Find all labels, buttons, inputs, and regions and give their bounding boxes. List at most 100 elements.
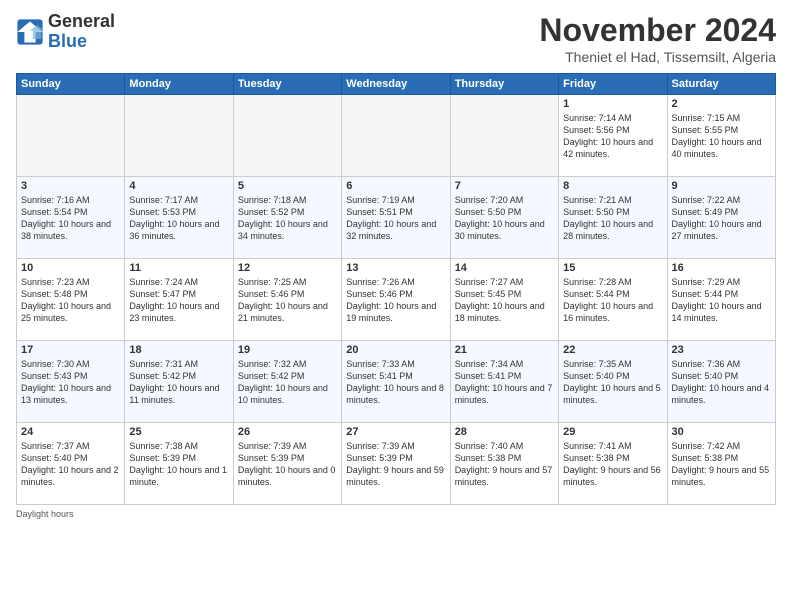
- day-number: 28: [455, 426, 554, 438]
- day-number: 17: [21, 344, 120, 356]
- table-row: 20 Sunrise: 7:33 AMSunset: 5:41 PMDayligh…: [342, 341, 450, 423]
- table-row: [17, 95, 125, 177]
- day-info: Sunrise: 7:15 AMSunset: 5:55 PMDaylight:…: [672, 112, 771, 161]
- day-info: Sunrise: 7:33 AMSunset: 5:41 PMDaylight:…: [346, 358, 445, 407]
- table-row: 15 Sunrise: 7:28 AMSunset: 5:44 PMDayligh…: [559, 259, 667, 341]
- table-row: 13 Sunrise: 7:26 AMSunset: 5:46 PMDayligh…: [342, 259, 450, 341]
- col-friday: Friday: [559, 74, 667, 95]
- table-row: 1Sunrise: 7:14 AMSunset: 5:56 PMDaylight…: [559, 95, 667, 177]
- table-row: 17 Sunrise: 7:30 AMSunset: 5:43 PMDayligh…: [17, 341, 125, 423]
- table-row: 3 Sunrise: 7:16 AMSunset: 5:54 PMDaylight…: [17, 177, 125, 259]
- table-row: 19 Sunrise: 7:32 AMSunset: 5:42 PMDayligh…: [233, 341, 341, 423]
- day-number: 10: [21, 262, 120, 274]
- day-info: Sunrise: 7:39 AMSunset: 5:39 PMDaylight:…: [238, 440, 337, 489]
- col-thursday: Thursday: [450, 74, 558, 95]
- table-row: 7 Sunrise: 7:20 AMSunset: 5:50 PMDaylight…: [450, 177, 558, 259]
- day-number: 26: [238, 426, 337, 438]
- logo-blue: Blue: [48, 31, 87, 51]
- col-tuesday: Tuesday: [233, 74, 341, 95]
- table-row: 29 Sunrise: 7:41 AMSunset: 5:38 PMDayligh…: [559, 423, 667, 505]
- day-number: 18: [129, 344, 228, 356]
- day-info: Sunrise: 7:38 AMSunset: 5:39 PMDaylight:…: [129, 440, 228, 489]
- day-info: Sunrise: 7:21 AMSunset: 5:50 PMDaylight:…: [563, 194, 662, 243]
- day-number: 3: [21, 180, 120, 192]
- day-info: Sunrise: 7:40 AMSunset: 5:38 PMDaylight:…: [455, 440, 554, 489]
- day-info: Sunrise: 7:23 AMSunset: 5:48 PMDaylight:…: [21, 276, 120, 325]
- title-area: November 2024 Theniet el Had, Tissemsilt…: [539, 12, 776, 65]
- day-info: Sunrise: 7:22 AMSunset: 5:49 PMDaylight:…: [672, 194, 771, 243]
- day-info: Sunrise: 7:34 AMSunset: 5:41 PMDaylight:…: [455, 358, 554, 407]
- day-info: Sunrise: 7:32 AMSunset: 5:42 PMDaylight:…: [238, 358, 337, 407]
- day-number: 7: [455, 180, 554, 192]
- day-info: Sunrise: 7:27 AMSunset: 5:45 PMDaylight:…: [455, 276, 554, 325]
- table-row: 23 Sunrise: 7:36 AMSunset: 5:40 PMDayligh…: [667, 341, 775, 423]
- day-number: 5: [238, 180, 337, 192]
- day-info: Sunrise: 7:20 AMSunset: 5:50 PMDaylight:…: [455, 194, 554, 243]
- day-info: Sunrise: 7:24 AMSunset: 5:47 PMDaylight:…: [129, 276, 228, 325]
- day-info: Sunrise: 7:25 AMSunset: 5:46 PMDaylight:…: [238, 276, 337, 325]
- day-number: 29: [563, 426, 662, 438]
- day-info: Sunrise: 7:37 AMSunset: 5:40 PMDaylight:…: [21, 440, 120, 489]
- day-info: Sunrise: 7:30 AMSunset: 5:43 PMDaylight:…: [21, 358, 120, 407]
- table-row: 16 Sunrise: 7:29 AMSunset: 5:44 PMDayligh…: [667, 259, 775, 341]
- table-row: 30 Sunrise: 7:42 AMSunset: 5:38 PMDayligh…: [667, 423, 775, 505]
- day-number: 15: [563, 262, 662, 274]
- table-row: 2 Sunrise: 7:15 AMSunset: 5:55 PMDaylight…: [667, 95, 775, 177]
- calendar-week-row: 3 Sunrise: 7:16 AMSunset: 5:54 PMDaylight…: [17, 177, 776, 259]
- day-number: 16: [672, 262, 771, 274]
- table-row: 14Sunrise: 7:27 AMSunset: 5:45 PMDayligh…: [450, 259, 558, 341]
- day-number: 25: [129, 426, 228, 438]
- day-number: 21: [455, 344, 554, 356]
- day-info: Sunrise: 7:31 AMSunset: 5:42 PMDaylight:…: [129, 358, 228, 407]
- logo: General Blue: [16, 12, 115, 52]
- day-info: Sunrise: 7:26 AMSunset: 5:46 PMDaylight:…: [346, 276, 445, 325]
- day-number: 20: [346, 344, 445, 356]
- col-saturday: Saturday: [667, 74, 775, 95]
- day-number: 2: [672, 98, 771, 110]
- table-row: 25 Sunrise: 7:38 AMSunset: 5:39 PMDayligh…: [125, 423, 233, 505]
- day-info: Sunrise: 7:35 AMSunset: 5:40 PMDaylight:…: [563, 358, 662, 407]
- table-row: 28 Sunrise: 7:40 AMSunset: 5:38 PMDayligh…: [450, 423, 558, 505]
- day-info: Sunrise: 7:19 AMSunset: 5:51 PMDaylight:…: [346, 194, 445, 243]
- col-monday: Monday: [125, 74, 233, 95]
- day-number: 19: [238, 344, 337, 356]
- location: Theniet el Had, Tissemsilt, Algeria: [539, 49, 776, 65]
- page: General Blue November 2024 Theniet el Ha…: [0, 0, 792, 612]
- calendar-week-row: 1Sunrise: 7:14 AMSunset: 5:56 PMDaylight…: [17, 95, 776, 177]
- table-row: 8Sunrise: 7:21 AMSunset: 5:50 PMDaylight…: [559, 177, 667, 259]
- table-row: 24 Sunrise: 7:37 AMSunset: 5:40 PMDayligh…: [17, 423, 125, 505]
- calendar-header-row: Sunday Monday Tuesday Wednesday Thursday…: [17, 74, 776, 95]
- footer: Daylight hours: [16, 509, 776, 519]
- day-number: 24: [21, 426, 120, 438]
- table-row: 12Sunrise: 7:25 AMSunset: 5:46 PMDayligh…: [233, 259, 341, 341]
- day-number: 23: [672, 344, 771, 356]
- col-sunday: Sunday: [17, 74, 125, 95]
- day-number: 6: [346, 180, 445, 192]
- day-info: Sunrise: 7:16 AMSunset: 5:54 PMDaylight:…: [21, 194, 120, 243]
- day-info: Sunrise: 7:41 AMSunset: 5:38 PMDaylight:…: [563, 440, 662, 489]
- day-number: 13: [346, 262, 445, 274]
- table-row: 22 Sunrise: 7:35 AMSunset: 5:40 PMDayligh…: [559, 341, 667, 423]
- calendar-table: Sunday Monday Tuesday Wednesday Thursday…: [16, 73, 776, 505]
- day-number: 30: [672, 426, 771, 438]
- table-row: 4Sunrise: 7:17 AMSunset: 5:53 PMDaylight…: [125, 177, 233, 259]
- table-row: 27Sunrise: 7:39 AMSunset: 5:39 PMDayligh…: [342, 423, 450, 505]
- day-number: 22: [563, 344, 662, 356]
- col-wednesday: Wednesday: [342, 74, 450, 95]
- header: General Blue November 2024 Theniet el Ha…: [16, 12, 776, 65]
- calendar-week-row: 24 Sunrise: 7:37 AMSunset: 5:40 PMDayligh…: [17, 423, 776, 505]
- day-info: Sunrise: 7:39 AMSunset: 5:39 PMDaylight:…: [346, 440, 445, 489]
- calendar-week-row: 10 Sunrise: 7:23 AMSunset: 5:48 PMDayligh…: [17, 259, 776, 341]
- day-number: 4: [129, 180, 228, 192]
- day-info: Sunrise: 7:29 AMSunset: 5:44 PMDaylight:…: [672, 276, 771, 325]
- day-info: Sunrise: 7:42 AMSunset: 5:38 PMDaylight:…: [672, 440, 771, 489]
- day-info: Sunrise: 7:28 AMSunset: 5:44 PMDaylight:…: [563, 276, 662, 325]
- table-row: [233, 95, 341, 177]
- day-info: Sunrise: 7:18 AMSunset: 5:52 PMDaylight:…: [238, 194, 337, 243]
- table-row: 26 Sunrise: 7:39 AMSunset: 5:39 PMDayligh…: [233, 423, 341, 505]
- day-info: Sunrise: 7:36 AMSunset: 5:40 PMDaylight:…: [672, 358, 771, 407]
- table-row: 5 Sunrise: 7:18 AMSunset: 5:52 PMDaylight…: [233, 177, 341, 259]
- day-number: 9: [672, 180, 771, 192]
- day-number: 11: [129, 262, 228, 274]
- logo-general: General: [48, 11, 115, 31]
